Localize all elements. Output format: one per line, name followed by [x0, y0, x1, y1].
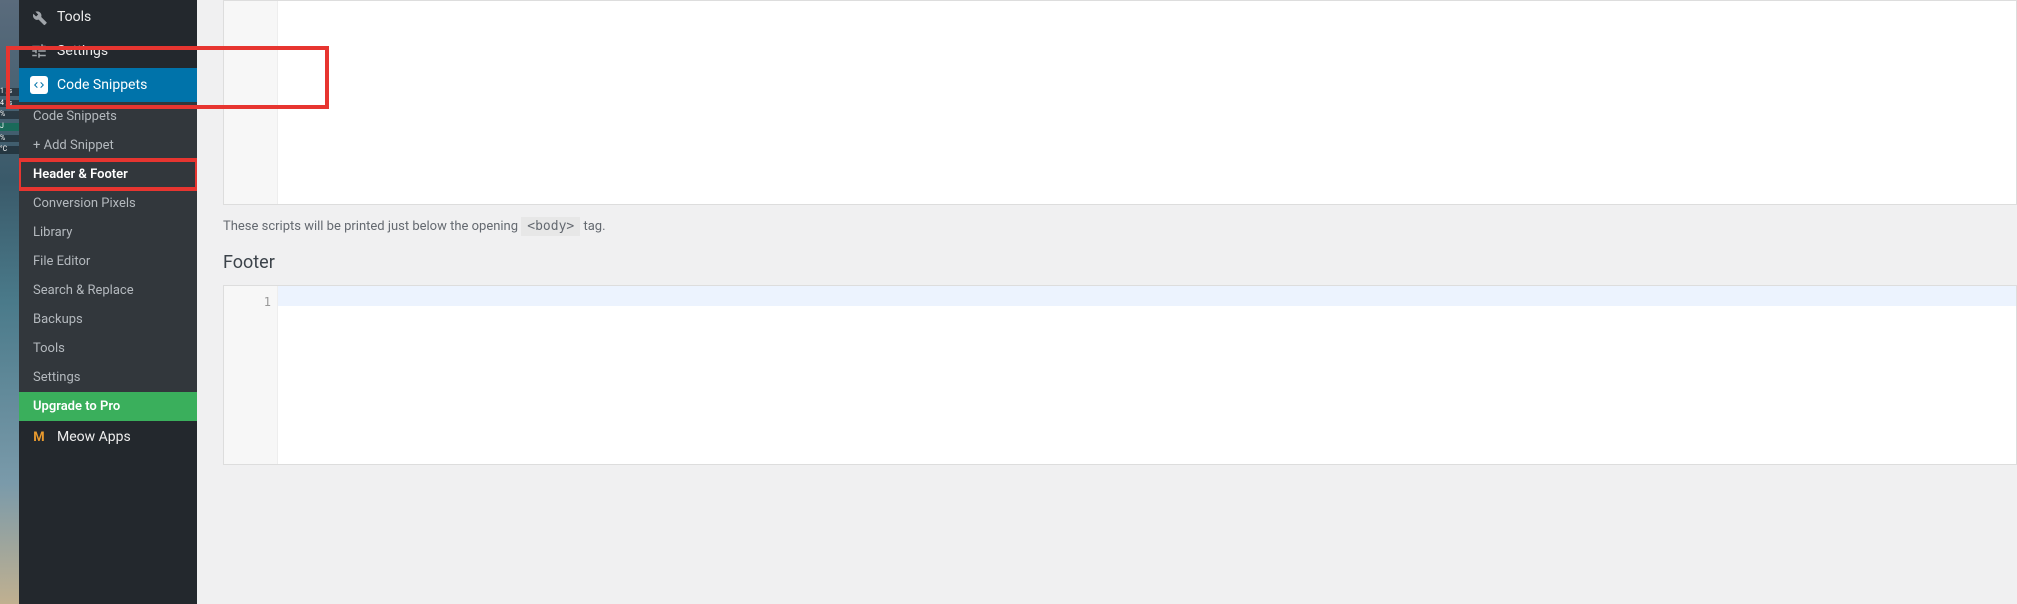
sys-badge: %	[0, 111, 19, 119]
editor-body[interactable]	[278, 286, 2016, 464]
submenu-item-tools[interactable]: Tools	[19, 334, 197, 363]
code-snippets-icon	[29, 75, 49, 95]
admin-sidebar: Tools Settings Code Snippets Code Snippe…	[19, 0, 197, 604]
submenu-item-file-editor[interactable]: File Editor	[19, 247, 197, 276]
editor-active-line[interactable]	[278, 286, 2016, 306]
line-number: 1	[224, 292, 271, 312]
wrench-icon	[29, 7, 49, 27]
submenu-item-search-replace[interactable]: Search & Replace	[19, 276, 197, 305]
sidebar-item-tools[interactable]: Tools	[19, 0, 197, 34]
submenu-item-header-footer[interactable]: Header & Footer	[19, 160, 197, 189]
code-snippets-submenu: Code Snippets + Add Snippet Header & Foo…	[19, 102, 197, 421]
submenu-item-code-snippets[interactable]: Code Snippets	[19, 102, 197, 131]
meow-apps-icon: M	[29, 427, 49, 447]
body-scripts-editor[interactable]	[223, 0, 2017, 205]
body-tag-code: <body>	[521, 217, 580, 236]
submenu-item-conversion-pixels[interactable]: Conversion Pixels	[19, 189, 197, 218]
footer-scripts-editor[interactable]: 1	[223, 285, 2017, 465]
sliders-icon	[29, 41, 49, 61]
sidebar-item-label: Code Snippets	[57, 77, 147, 93]
submenu-item-library[interactable]: Library	[19, 218, 197, 247]
submenu-item-add-snippet[interactable]: + Add Snippet	[19, 131, 197, 160]
desktop-background-strip: 1 /s 4 /s % J % °C	[0, 0, 19, 604]
sys-badge: 4 /s	[0, 100, 19, 108]
sys-badge: 1 /s	[0, 88, 19, 96]
sys-badge: °C	[0, 146, 19, 154]
main-content: These scripts will be printed just below…	[197, 0, 2017, 604]
editor-body[interactable]	[278, 1, 2016, 204]
editor-gutter: 1	[224, 286, 278, 464]
sidebar-item-label: Meow Apps	[57, 429, 131, 445]
sys-badge: J	[0, 123, 19, 131]
footer-section-title: Footer	[223, 252, 2017, 273]
sidebar-item-settings[interactable]: Settings	[19, 34, 197, 68]
body-scripts-help: These scripts will be printed just below…	[223, 205, 2017, 248]
sys-badge: %	[0, 135, 19, 143]
submenu-item-upgrade-pro[interactable]: Upgrade to Pro	[19, 392, 197, 421]
sidebar-item-label: Tools	[57, 9, 91, 25]
submenu-item-backups[interactable]: Backups	[19, 305, 197, 334]
sidebar-item-label: Settings	[57, 43, 108, 59]
sidebar-item-meow-apps[interactable]: M Meow Apps	[19, 421, 197, 455]
sidebar-item-code-snippets[interactable]: Code Snippets	[19, 68, 197, 102]
submenu-item-settings[interactable]: Settings	[19, 363, 197, 392]
editor-gutter	[224, 1, 278, 204]
